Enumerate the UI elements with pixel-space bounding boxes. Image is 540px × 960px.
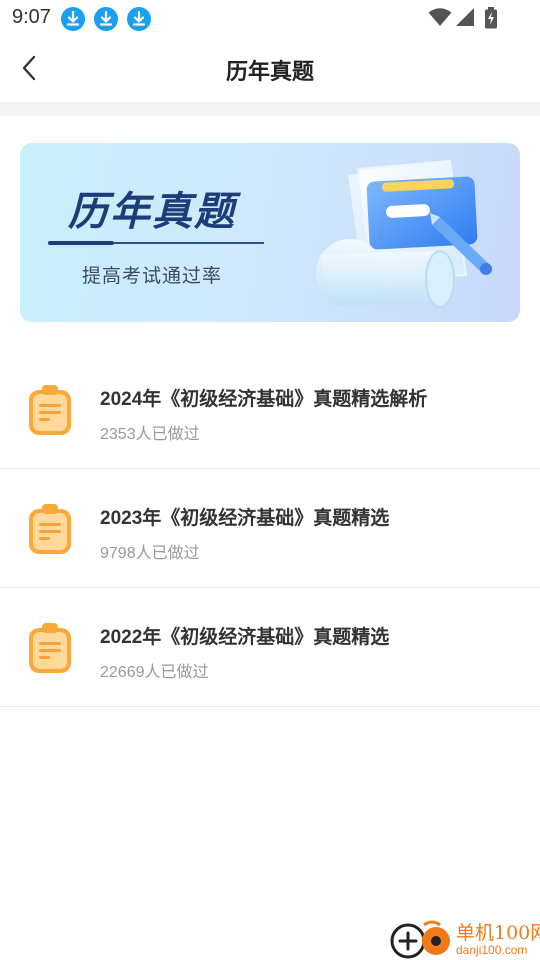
watermark-logo-icon bbox=[390, 920, 450, 959]
watermark: 单机100网 danji100.com bbox=[388, 916, 540, 960]
status-time: 9:07 bbox=[12, 6, 51, 28]
exam-paper-illustration bbox=[316, 159, 492, 308]
clipboard-icon bbox=[29, 385, 71, 435]
battery-charging-icon bbox=[484, 7, 498, 34]
clipboard-icon bbox=[29, 623, 71, 673]
banner-title: 历年真题 bbox=[68, 190, 236, 234]
clipboard-icon bbox=[29, 504, 71, 554]
exam-title: 2022年《初级经济基础》真题精选 bbox=[100, 627, 390, 648]
exam-title: 2024年《初级经济基础》真题精选解析 bbox=[100, 389, 428, 410]
page-title: 历年真题 bbox=[225, 59, 314, 84]
list-item[interactable]: 2023年《初级经济基础》真题精选 9798人已做过 bbox=[0, 469, 540, 588]
download-icon bbox=[61, 7, 85, 31]
banner-underline bbox=[48, 241, 114, 245]
list-item[interactable]: 2022年《初级经济基础》真题精选 22669人已做过 bbox=[0, 588, 540, 707]
banner[interactable]: 历年真题 提高考试通过率 bbox=[20, 143, 520, 322]
header: 历年真题 bbox=[0, 40, 540, 102]
banner-underline-thin bbox=[114, 242, 264, 244]
watermark-text: 单机100网 bbox=[456, 922, 540, 944]
exam-title: 2023年《初级经济基础》真题精选 bbox=[100, 508, 390, 529]
exam-done-count: 22669人已做过 bbox=[100, 664, 209, 681]
exam-list: 2024年《初级经济基础》真题精选解析 2353人已做过 2023年《初级经济基… bbox=[0, 350, 540, 707]
exam-done-count: 2353人已做过 bbox=[100, 426, 200, 443]
download-icon bbox=[127, 7, 151, 31]
list-item[interactable]: 2024年《初级经济基础》真题精选解析 2353人已做过 bbox=[0, 350, 540, 469]
signal-icon bbox=[455, 7, 475, 32]
status-bar: 9:07 bbox=[0, 0, 540, 36]
header-divider bbox=[0, 102, 540, 116]
watermark-url: danji100.com bbox=[456, 943, 528, 957]
wifi-icon bbox=[428, 7, 452, 32]
banner-subtitle: 提高考试通过率 bbox=[82, 266, 223, 287]
exam-done-count: 9798人已做过 bbox=[100, 545, 200, 562]
download-icon bbox=[94, 7, 118, 31]
